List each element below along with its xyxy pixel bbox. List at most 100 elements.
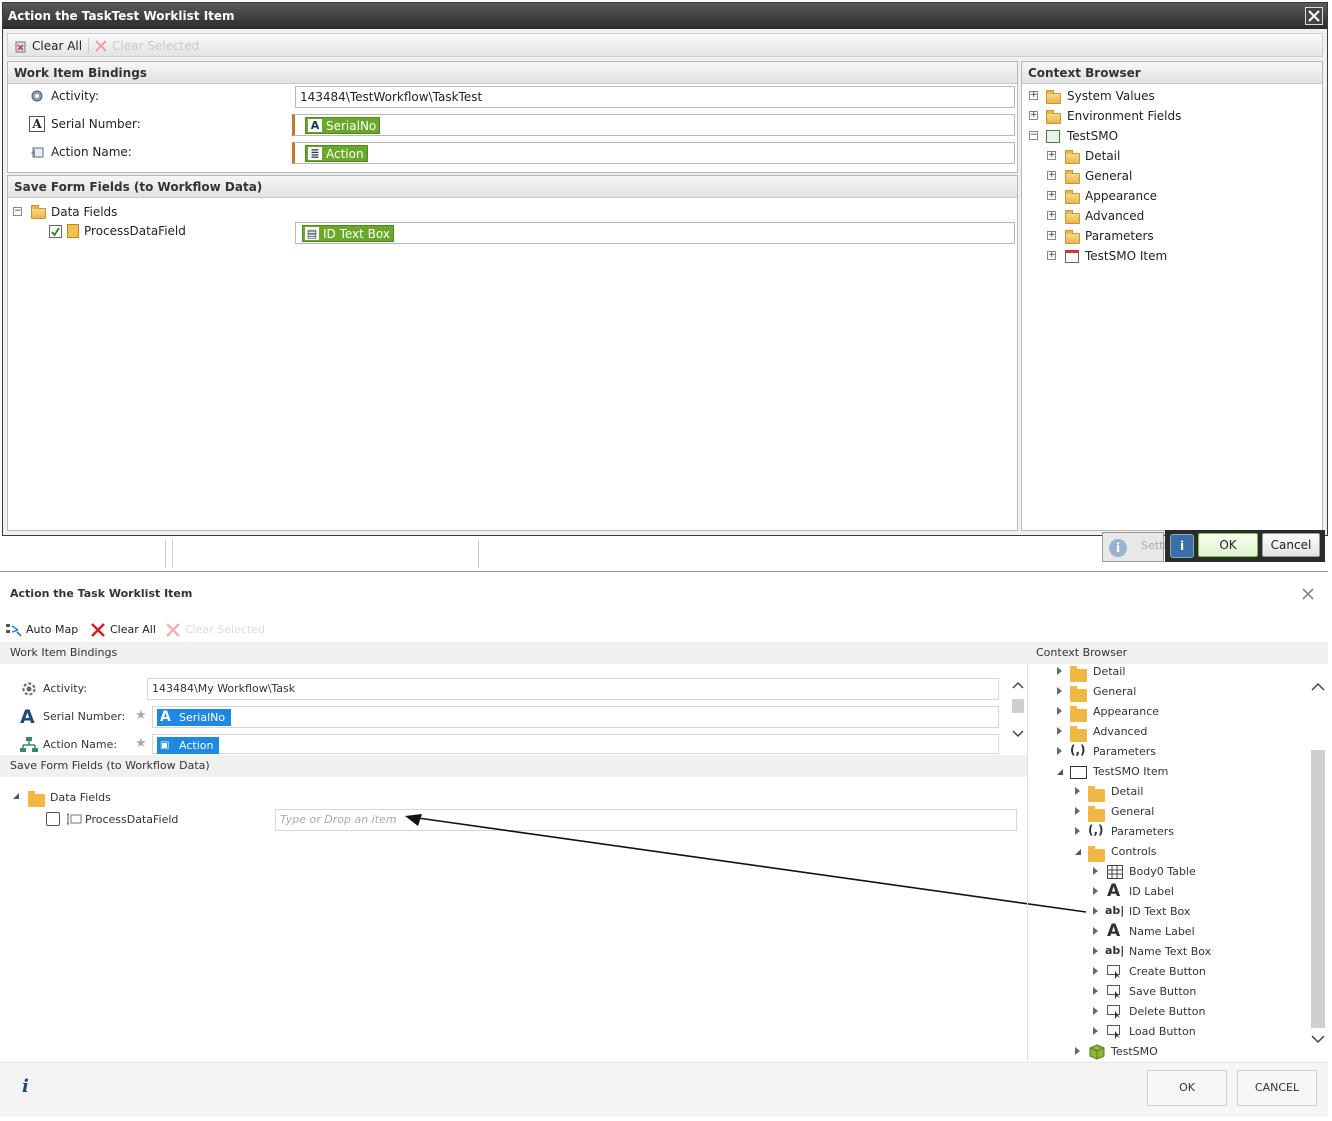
tree-item-create-button[interactable]: Create Button — [1129, 963, 1206, 981]
tree-item-general[interactable]: General — [1093, 683, 1136, 701]
top-dialog: Action the TaskTest Worklist Item Clear … — [2, 2, 1328, 536]
settings-tab-partial[interactable]: i Setti — [1102, 532, 1167, 562]
collapse-icon[interactable] — [1056, 768, 1064, 776]
gear-icon — [21, 681, 37, 697]
close-icon — [94, 39, 108, 53]
expand-icon[interactable]: + — [1047, 211, 1056, 220]
action-name-field[interactable]: ≣ Action — [292, 142, 1015, 164]
tree-item-parameters-2[interactable]: Parameters — [1111, 823, 1174, 841]
folder-icon — [1088, 786, 1105, 802]
tree-item-general[interactable]: General — [1085, 167, 1132, 185]
save-form-fields-header: Save Form Fields (to Workflow Data) — [0, 755, 1028, 777]
process-data-field-label: ProcessDataField — [85, 813, 179, 826]
tree-item-parameters[interactable]: Parameters — [1093, 743, 1156, 761]
expand-icon[interactable] — [1093, 867, 1098, 875]
expand-icon[interactable] — [1057, 727, 1062, 735]
required-star-icon: ★ — [135, 736, 147, 751]
folder-icon — [1065, 170, 1080, 184]
expand-icon[interactable]: + — [1047, 151, 1056, 160]
data-fields-node[interactable]: Data Fields — [51, 203, 117, 221]
folder-icon — [1070, 706, 1087, 722]
tree-item-testsmo-item[interactable]: TestSMO Item — [1085, 247, 1167, 265]
settings-label: Setti — [1141, 539, 1167, 552]
cancel-button[interactable]: Cancel — [1262, 533, 1320, 557]
activity-field[interactable]: 143484\TestWorkflow\TaskTest — [295, 86, 1015, 108]
tree-item-body0-table[interactable]: Body0 Table — [1129, 863, 1196, 881]
collapse-icon[interactable] — [12, 792, 20, 800]
expand-icon[interactable] — [1093, 1007, 1098, 1015]
expand-icon[interactable] — [1057, 747, 1062, 755]
tree-item-appearance[interactable]: Appearance — [1093, 703, 1159, 721]
expand-icon[interactable]: + — [1047, 171, 1056, 180]
expand-icon[interactable]: + — [1047, 191, 1056, 200]
tree-item-system-values[interactable]: System Values — [1067, 87, 1155, 105]
activity-field[interactable]: 143484\My Workflow\Task — [147, 678, 999, 700]
tree-item-load-button[interactable]: Load Button — [1129, 1023, 1196, 1041]
folder-icon — [1088, 846, 1105, 862]
close-icon[interactable] — [1300, 586, 1316, 602]
expand-icon[interactable] — [1093, 987, 1098, 995]
expand-icon[interactable]: + — [1029, 111, 1038, 120]
info-icon[interactable]: i — [1170, 534, 1194, 558]
expand-icon[interactable] — [1075, 807, 1080, 815]
clear-all-button[interactable]: Clear All — [14, 37, 82, 55]
top-toolbar: Clear All Clear Selected — [7, 33, 1323, 57]
tree-item-detail[interactable]: Detail — [1093, 663, 1125, 681]
bindings-scrollbar[interactable] — [1010, 677, 1026, 745]
tree-item-appearance[interactable]: Appearance — [1085, 187, 1157, 205]
collapse-icon[interactable]: − — [13, 207, 22, 216]
collapse-icon[interactable] — [1074, 848, 1082, 856]
expand-icon[interactable] — [1057, 687, 1062, 695]
expand-icon[interactable] — [1093, 927, 1098, 935]
expand-icon[interactable] — [1075, 827, 1080, 835]
tree-item-name-text-box[interactable]: Name Text Box — [1129, 943, 1211, 961]
data-fields-node[interactable]: Data Fields — [50, 789, 111, 807]
tree-item-detail-2[interactable]: Detail — [1111, 783, 1143, 801]
top-dialog-title: Action the TaskTest Worklist Item — [3, 3, 1327, 29]
serial-number-label: Serial Number: — [51, 117, 141, 131]
collapse-icon[interactable]: − — [1029, 131, 1038, 140]
expand-icon[interactable] — [1057, 707, 1062, 715]
clear-selected-button[interactable]: Clear Selected — [94, 37, 199, 55]
expand-icon[interactable] — [1057, 667, 1062, 675]
serial-number-field[interactable]: A SerialNo — [152, 706, 999, 728]
serial-number-field[interactable]: A SerialNo — [292, 114, 1015, 136]
tree-item-testsmo-item[interactable]: TestSMO Item — [1093, 763, 1168, 781]
expand-icon[interactable]: + — [1029, 91, 1038, 100]
process-field-checkbox[interactable] — [46, 812, 60, 826]
expand-icon[interactable] — [1093, 907, 1098, 915]
close-icon[interactable] — [1305, 7, 1323, 25]
tree-item-delete-button[interactable]: Delete Button — [1129, 1003, 1205, 1021]
tree-item-controls[interactable]: Controls — [1111, 843, 1157, 861]
expand-icon[interactable] — [1093, 1027, 1098, 1035]
process-field-checkbox[interactable] — [49, 225, 62, 238]
expand-icon[interactable]: + — [1047, 251, 1056, 260]
tree-item-id-text-box[interactable]: ID Text Box — [1129, 903, 1190, 921]
expand-icon[interactable] — [1093, 967, 1098, 975]
ok-button[interactable]: OK — [1147, 1070, 1227, 1106]
tree-item-testsmo[interactable]: TestSMO — [1067, 127, 1118, 145]
tree-item-advanced[interactable]: Advanced — [1085, 207, 1144, 225]
info-icon[interactable]: i — [22, 1076, 29, 1097]
cancel-button[interactable]: CANCEL — [1237, 1070, 1317, 1106]
context-scrollbar[interactable] — [1309, 676, 1327, 1050]
tree-item-general-2[interactable]: General — [1111, 803, 1154, 821]
tree-item-advanced[interactable]: Advanced — [1093, 723, 1147, 741]
expand-icon[interactable] — [1075, 787, 1080, 795]
process-data-field-input[interactable]: ▤ ID Text Box — [295, 222, 1015, 244]
tree-item-environment-fields[interactable]: Environment Fields — [1067, 107, 1181, 125]
ok-button[interactable]: OK — [1198, 533, 1258, 557]
tree-item-id-label[interactable]: ID Label — [1129, 883, 1174, 901]
expand-icon[interactable] — [1075, 1047, 1080, 1055]
action-name-field[interactable]: ▣ Action — [152, 734, 999, 754]
tree-item-save-button[interactable]: Save Button — [1129, 983, 1196, 1001]
expand-icon[interactable] — [1093, 947, 1098, 955]
tree-item-name-label[interactable]: Name Label — [1129, 923, 1195, 941]
tree-item-testsmo[interactable]: TestSMO — [1111, 1043, 1158, 1061]
expand-icon[interactable]: + — [1047, 231, 1056, 240]
tree-item-detail[interactable]: Detail — [1085, 147, 1120, 165]
id-text-box-tag: ▤ ID Text Box — [302, 225, 394, 242]
expand-icon[interactable] — [1093, 887, 1098, 895]
tree-item-parameters[interactable]: Parameters — [1085, 227, 1154, 245]
button-control-icon — [1107, 1005, 1123, 1019]
